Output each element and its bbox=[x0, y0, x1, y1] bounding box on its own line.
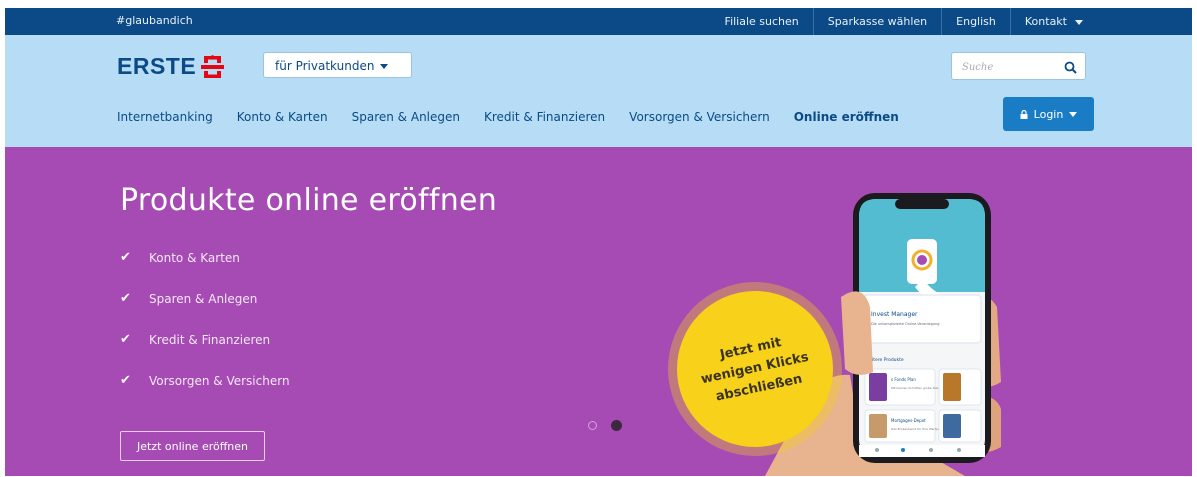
main-header: ERSTE für Privatkunden Internetbanking K… bbox=[5, 35, 1192, 147]
nav-internetbanking[interactable]: Internetbanking bbox=[117, 110, 213, 124]
checkmark-icon: ✔ bbox=[120, 373, 131, 388]
app-item1-title: s Fonds Plan bbox=[891, 377, 916, 382]
checkmark-icon: ✔ bbox=[120, 291, 131, 306]
app-card-subtitle: Die unkomplizierte Online-Veranlagung bbox=[871, 322, 939, 326]
choose-sparkasse-link[interactable]: Sparkasse wählen bbox=[812, 8, 941, 35]
chevron-down-icon bbox=[1075, 19, 1083, 25]
contact-dropdown[interactable]: Kontakt bbox=[1009, 8, 1097, 35]
english-link[interactable]: English bbox=[941, 8, 1010, 35]
checklist-label: Kredit & Finanzieren bbox=[149, 332, 271, 347]
list-item: ✔ Kredit & Finanzieren bbox=[120, 319, 290, 360]
erste-logo[interactable]: ERSTE bbox=[117, 53, 225, 80]
carousel-dots bbox=[588, 420, 636, 431]
hero-banner: Produkte online eröffnen ✔ Konto & Karten… bbox=[5, 147, 1192, 476]
search-input[interactable] bbox=[960, 58, 1054, 76]
login-button[interactable]: Login bbox=[1003, 97, 1094, 131]
list-item: ✔ Sparen & Anlegen bbox=[120, 278, 290, 319]
nav-konto-karten[interactable]: Konto & Karten bbox=[237, 110, 328, 124]
nav-sparen-anlegen[interactable]: Sparen & Anlegen bbox=[352, 110, 460, 124]
checklist-label: Konto & Karten bbox=[149, 250, 240, 265]
customer-segment-select[interactable]: für Privatkunden bbox=[263, 52, 412, 78]
list-item: ✔ Vorsorgen & Versichern bbox=[120, 360, 290, 401]
checklist-label: Vorsorgen & Versichern bbox=[149, 373, 290, 388]
segment-label: für Privatkunden bbox=[275, 59, 375, 73]
search-icon[interactable] bbox=[1064, 59, 1077, 78]
checkmark-icon: ✔ bbox=[120, 250, 131, 265]
product-checklist: ✔ Konto & Karten ✔ Sparen & Anlegen ✔ Kredi… bbox=[120, 237, 290, 401]
hero-title: Produkte online eröffnen bbox=[120, 183, 498, 218]
logo-text: ERSTE bbox=[117, 53, 197, 79]
contact-label: Kontakt bbox=[1024, 15, 1067, 28]
main-nav: Internetbanking Konto & Karten Sparen & … bbox=[117, 110, 923, 124]
find-branch-link[interactable]: Filiale suchen bbox=[711, 8, 813, 35]
top-bar: #glaubandich Filiale suchen Sparkasse wä… bbox=[5, 8, 1192, 35]
open-online-button[interactable]: Jetzt online eröffnen bbox=[120, 431, 265, 461]
carousel-dot-1[interactable] bbox=[588, 421, 597, 430]
chevron-down-icon bbox=[380, 64, 389, 69]
search-box bbox=[951, 52, 1086, 80]
login-label: Login bbox=[1033, 107, 1064, 121]
app-item2-title: Mortgages-Depot bbox=[891, 418, 926, 423]
sparkasse-s-icon bbox=[201, 54, 225, 79]
page-frame: #glaubandich Filiale suchen Sparkasse wä… bbox=[5, 8, 1192, 476]
checkmark-icon: ✔ bbox=[120, 332, 131, 347]
app-card-title: Invest Manager bbox=[871, 311, 918, 318]
lock-icon bbox=[1020, 108, 1034, 121]
hashtag-link[interactable]: #glaubandich bbox=[116, 14, 193, 27]
nav-online-eroeffnen[interactable]: Online eröffnen bbox=[794, 110, 899, 124]
top-nav: Filiale suchen Sparkasse wählen English … bbox=[711, 8, 1097, 35]
nav-kredit-finanzieren[interactable]: Kredit & Finanzieren bbox=[484, 110, 605, 124]
checklist-label: Sparen & Anlegen bbox=[149, 291, 258, 306]
chevron-down-icon bbox=[1069, 111, 1078, 117]
nav-vorsorgen-versichern[interactable]: Vorsorgen & Versichern bbox=[629, 110, 770, 124]
carousel-dot-2[interactable] bbox=[611, 420, 622, 431]
list-item: ✔ Konto & Karten bbox=[120, 237, 290, 278]
